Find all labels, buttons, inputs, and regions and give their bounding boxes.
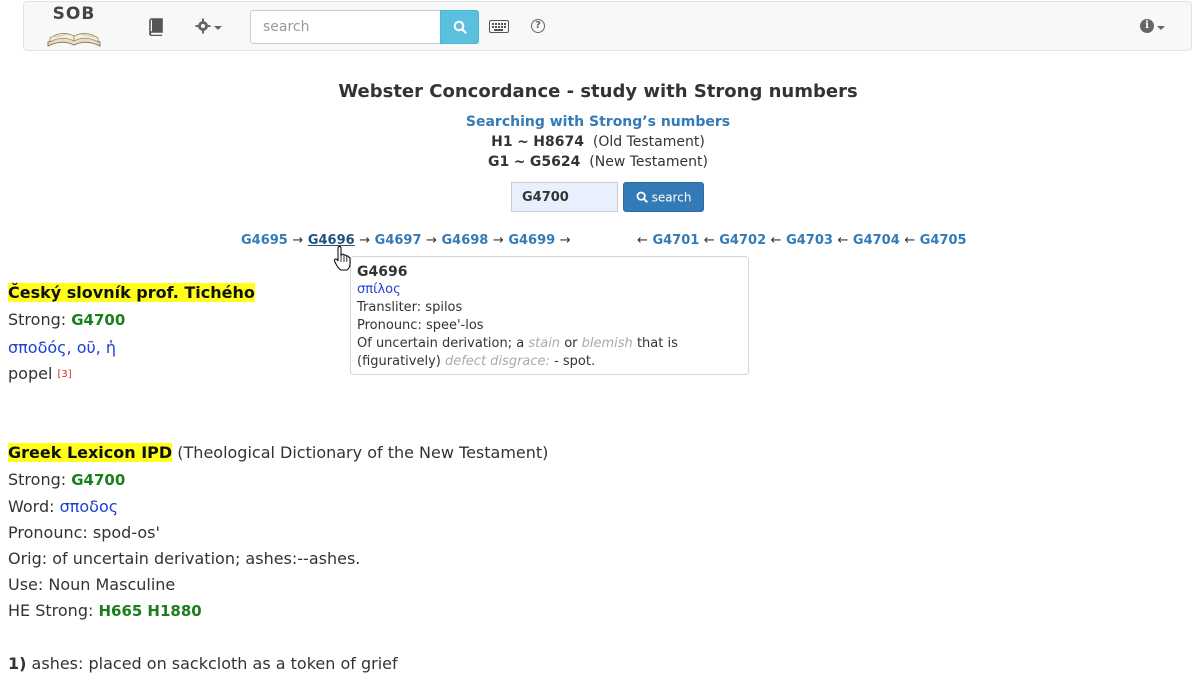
lexicon-he-strong-line: HE Strong: H665 H1880: [8, 601, 202, 620]
book-icon[interactable]: [148, 18, 164, 36]
ot-range-sep: ~: [517, 134, 529, 150]
nt-range-end: G5624: [529, 154, 581, 170]
strong-search-button[interactable]: search: [623, 182, 704, 212]
czech-reference-link[interactable]: [3]: [57, 369, 71, 380]
lexicon-pronunciation: Pronounc: spod-os': [8, 523, 160, 542]
strong-link-next-5[interactable]: G4705: [920, 233, 967, 248]
strong-tooltip-popup: G4696 σπίλος Transliter: spilos Pronounc…: [350, 256, 749, 375]
settings-caret-icon: [214, 26, 222, 30]
lexicon-word-line: Word: σποδος: [8, 497, 119, 516]
lexicon-definition-1: 1) ashes: placed on sackcloth as a token…: [8, 654, 398, 673]
old-testament-range: H1 ~ H8674 (Old Testament): [0, 134, 1196, 150]
search-icon: [636, 191, 648, 203]
hand-cursor-icon: [333, 246, 351, 271]
next-strong-links: ← G4701 ← G4702 ← G4703 ← G4704 ← G4705: [637, 233, 967, 248]
nt-label: (New Testament): [589, 154, 708, 170]
strong-search-label: search: [651, 190, 692, 205]
ot-label: (Old Testament): [592, 134, 705, 150]
open-book-icon: [47, 33, 101, 47]
strong-link-next-4[interactable]: G4704: [853, 233, 900, 248]
ot-range-start: H1: [491, 134, 513, 150]
tooltip-transliteration: Transliter: spilos: [357, 300, 463, 315]
strong-link-prev-4[interactable]: G4698: [441, 233, 488, 248]
strong-number-input[interactable]: [511, 182, 618, 212]
he-strong-link-2[interactable]: H1880: [147, 602, 201, 620]
czech-dictionary-heading: Český slovník prof. Tichého: [8, 283, 255, 302]
tooltip-greek-word: σπίλος: [357, 282, 401, 297]
czech-greek-word: σποδός, οῦ, ἡ: [8, 338, 117, 357]
search-icon: [453, 20, 467, 34]
greek-lexicon-heading: Greek Lexicon IPD (Theological Dictionar…: [8, 443, 549, 462]
strong-link-next-1[interactable]: G4701: [652, 233, 699, 248]
help-icon[interactable]: ?: [531, 19, 545, 33]
strong-link-next-3[interactable]: G4703: [786, 233, 833, 248]
search-input[interactable]: [250, 10, 441, 44]
keyboard-icon[interactable]: [489, 20, 509, 33]
czech-strong-line: Strong: G4700: [8, 310, 126, 329]
strong-link-prev-5[interactable]: G4699: [508, 233, 555, 248]
strong-link-next-2[interactable]: G4702: [719, 233, 766, 248]
prev-strong-links: G4695 → G4696 → G4697 → G4698 → G4699 →: [241, 233, 571, 248]
czech-strong-link[interactable]: G4700: [71, 311, 125, 329]
tooltip-strong-number: G4696: [357, 264, 408, 280]
page-subtitle: Searching with Strong’s numbers: [465, 114, 731, 130]
tooltip-definition: Of uncertain derivation; a stain or blem…: [357, 336, 678, 369]
lexicon-origin: Orig: of uncertain derivation; ashes:--a…: [8, 549, 361, 568]
gear-icon[interactable]: [195, 18, 211, 34]
lexicon-use: Use: Noun Masculine: [8, 575, 176, 594]
he-strong-link-1[interactable]: H665: [98, 602, 142, 620]
top-navbar: SOB ? i: [23, 1, 1192, 51]
page-title: Webster Concordance - study with Strong …: [338, 81, 858, 102]
strong-link-prev-1[interactable]: G4695: [241, 233, 288, 248]
strong-link-prev-3[interactable]: G4697: [375, 233, 422, 248]
ot-range-end: H8674: [533, 134, 584, 150]
info-caret-icon: [1157, 26, 1165, 30]
czech-meaning-line: popel [3]: [8, 364, 72, 383]
nt-range-sep: ~: [513, 154, 526, 170]
nt-range-start: G1: [488, 154, 510, 170]
sob-logo[interactable]: SOB: [42, 4, 106, 50]
search-button[interactable]: [440, 10, 479, 44]
info-icon[interactable]: i: [1140, 19, 1154, 33]
tooltip-pronunciation: Pronounc: spee'-los: [357, 318, 484, 333]
lexicon-strong-line: Strong: G4700: [8, 470, 126, 489]
new-testament-range: G1 ~ G5624 (New Testament): [0, 154, 1196, 170]
lexicon-strong-link[interactable]: G4700: [71, 471, 125, 489]
